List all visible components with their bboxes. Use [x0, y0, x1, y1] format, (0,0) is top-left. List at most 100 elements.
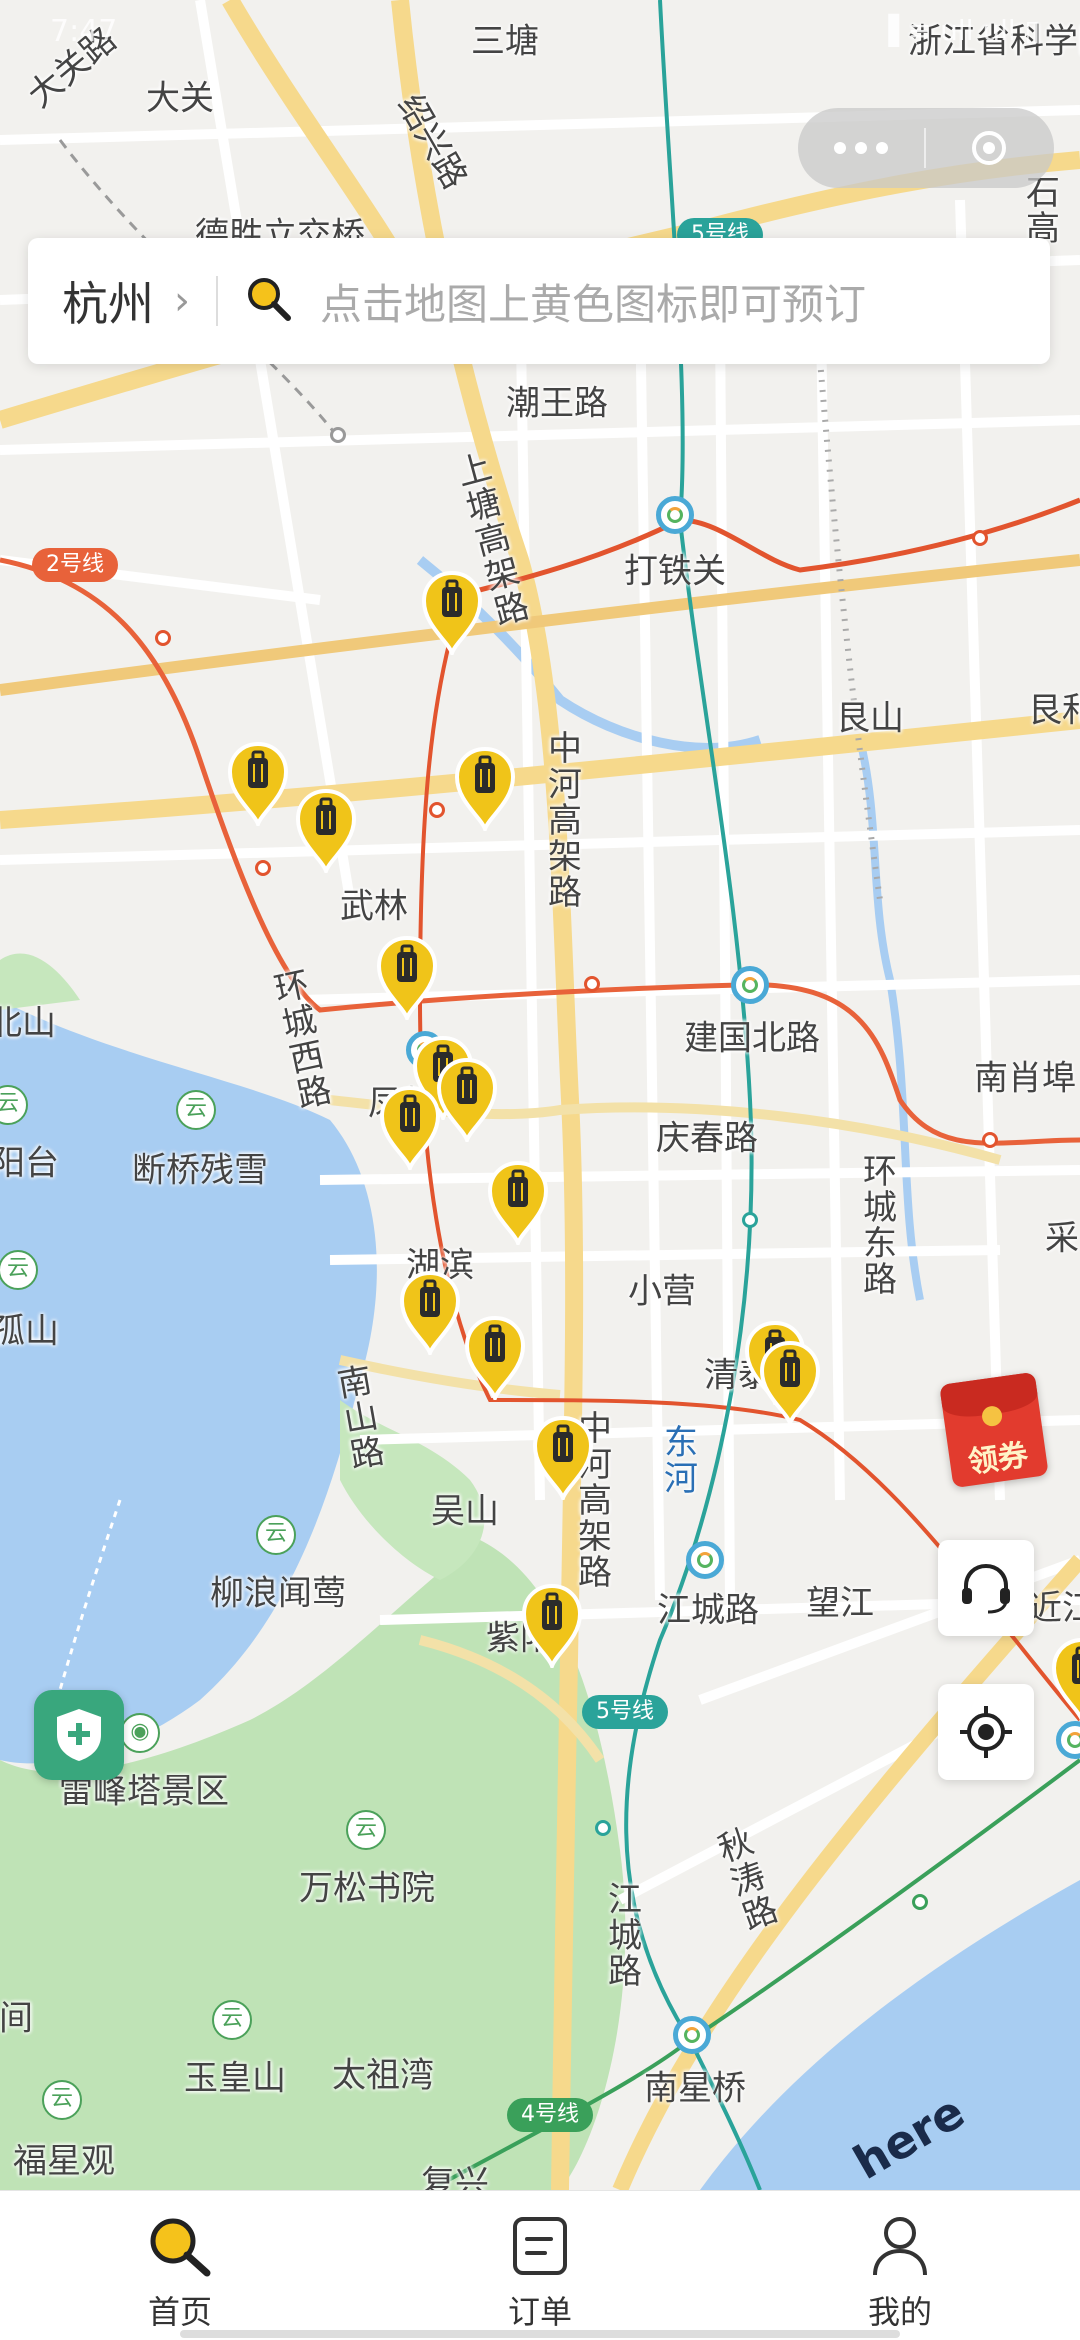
scenic-spot-icon: 云: [256, 1515, 296, 1555]
map-label: 采: [1045, 1218, 1079, 1259]
tab-label: 我的: [867, 2293, 932, 2331]
map-label: 望江: [806, 1583, 874, 1624]
map-label: 南肖埠: [974, 1058, 1076, 1099]
luggage-pin-icon[interactable]: [453, 745, 517, 831]
status-time: 7:47: [50, 14, 118, 49]
luggage-pin-icon[interactable]: [378, 1084, 442, 1170]
map-label: 潮王路: [506, 383, 608, 424]
red-envelope-icon: 领券: [939, 1371, 1049, 1489]
map-label: 艮山: [836, 698, 904, 739]
order-icon: [513, 2217, 567, 2275]
map-label: 阳台: [0, 1143, 59, 1184]
map-label: 复兴: [421, 2163, 489, 2191]
safety-shield-button[interactable]: [34, 1690, 124, 1780]
map-label: 太祖湾: [332, 2055, 434, 2096]
map-label: 中河高架路: [541, 730, 582, 910]
map-label: 南星桥: [644, 2068, 746, 2109]
map-label: 江城路: [601, 1881, 642, 1989]
map-label: 打铁关: [624, 551, 726, 592]
station-dot: [912, 1894, 928, 1910]
status-bar: 7:47 ▐ ≡ ull ull ▯: [0, 0, 1080, 60]
miniprogram-capsule: [798, 108, 1054, 188]
tab-label: 首页: [147, 2293, 212, 2331]
metro-line-tag: 4号线: [507, 2098, 593, 2132]
map-label: 环城东路: [856, 1153, 897, 1297]
shield-plus-icon: [57, 1709, 101, 1761]
customer-service-button[interactable]: [938, 1540, 1034, 1636]
luggage-pin-icon[interactable]: [758, 1339, 822, 1425]
city-name: 杭州: [62, 277, 154, 331]
tab-home[interactable]: 首页: [0, 2191, 360, 2340]
luggage-pin-icon[interactable]: [398, 1269, 462, 1355]
scenic-spot-icon: 云: [212, 2000, 252, 2040]
station-dot: [972, 530, 988, 546]
luggage-pin-icon[interactable]: [294, 787, 358, 873]
coupon-button[interactable]: 领券: [939, 1368, 1056, 1489]
home-indicator: [180, 2330, 900, 2338]
station-dot: [742, 1212, 758, 1228]
luggage-pin-icon[interactable]: [486, 1159, 550, 1245]
chevron-right-icon: ›: [174, 278, 190, 324]
scenic-spot-icon: ◉: [120, 1713, 160, 1753]
metro-line-tag: 2号线: [32, 548, 118, 582]
scenic-spot-icon: 云: [42, 2080, 82, 2120]
search-icon: [244, 274, 294, 328]
map-label: 北山: [0, 1003, 56, 1044]
map-label: 间: [0, 1998, 33, 2039]
luggage-pin-icon[interactable]: [463, 1314, 527, 1400]
user-icon: [873, 2217, 927, 2276]
search-icon: [150, 2218, 211, 2277]
scenic-spot-icon: 云: [176, 1090, 216, 1130]
map-label: 吴山: [431, 1491, 499, 1532]
station-dot: [595, 1820, 611, 1836]
luggage-pin-icon[interactable]: [226, 740, 290, 826]
map-label: 断桥残雪: [132, 1150, 268, 1191]
metro-hub-icon: [656, 496, 694, 534]
station-dot: [255, 860, 271, 876]
map-label: 大关: [146, 78, 214, 119]
luggage-pin-icon[interactable]: [520, 1582, 584, 1668]
luggage-pin-icon[interactable]: [420, 569, 484, 655]
luggage-pin-icon[interactable]: [435, 1056, 499, 1142]
map-label: 玉皇山: [184, 2058, 286, 2099]
map-label: 东河: [657, 1424, 698, 1496]
metro-hub-icon: [686, 1541, 724, 1579]
search-bar: 杭州 › 点击地图上黄色图标即可预订: [28, 238, 1050, 364]
tab-orders[interactable]: 订单: [360, 2191, 720, 2340]
station-dot: [330, 427, 346, 443]
app-root: 云 云 云 云 云 云 云 ◉ 2号线 5号线 5号线 4号线 三塘 大关路 大…: [0, 0, 1080, 2340]
status-icons: ▐ ≡ ull ull ▯: [877, 14, 1040, 47]
search-input[interactable]: 点击地图上黄色图标即可预订: [244, 271, 1050, 332]
map-label: 武林: [340, 886, 408, 927]
close-target-icon[interactable]: [926, 128, 1052, 168]
metro-hub-icon: [673, 2016, 711, 2054]
map-label: 小营: [628, 1271, 696, 1312]
map-label: 福星观: [13, 2141, 115, 2182]
locate-icon: [960, 1706, 1012, 1758]
bottom-tab-bar: 首页 订单 我的: [0, 2190, 1080, 2340]
search-placeholder: 点击地图上黄色图标即可预订: [320, 279, 867, 329]
station-dot: [429, 802, 445, 818]
tab-label: 订单: [507, 2293, 572, 2331]
luggage-pin-icon[interactable]: [1050, 1636, 1080, 1722]
metro-line-tag: 5号线: [582, 1695, 668, 1729]
station-dot: [155, 630, 171, 646]
more-dots-icon[interactable]: [798, 142, 924, 154]
headset-icon: [962, 1563, 1010, 1614]
luggage-pin-icon[interactable]: [375, 934, 439, 1020]
map-label: 孤山: [0, 1311, 59, 1352]
locate-button[interactable]: [938, 1684, 1034, 1780]
tab-profile[interactable]: 我的: [720, 2191, 1080, 2340]
map-label: 艮和: [1028, 690, 1080, 731]
map-label: 江城路: [657, 1590, 759, 1631]
coupon-label: 领券: [965, 1437, 1031, 1481]
metro-hub-icon: [731, 966, 769, 1004]
map-label: 建国北路: [684, 1018, 820, 1059]
city-selector[interactable]: 杭州 ›: [28, 238, 190, 364]
search-divider: [216, 276, 218, 326]
map-label: 万松书院: [299, 1868, 435, 1909]
map-label: 柳浪闻莺: [210, 1573, 346, 1614]
map-label: 庆春路: [656, 1118, 758, 1159]
scenic-spot-icon: 云: [346, 1810, 386, 1850]
luggage-pin-icon[interactable]: [531, 1414, 595, 1500]
